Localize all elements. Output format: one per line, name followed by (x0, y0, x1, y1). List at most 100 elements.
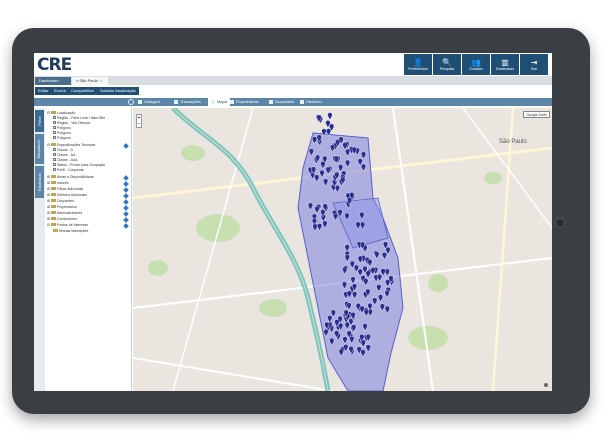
document-tabs: Dashboard ⌕ São Paulo × (34, 76, 552, 85)
add-filter-icon[interactable] (123, 193, 129, 199)
park-area (484, 172, 502, 184)
park-area (148, 260, 168, 276)
map-icon (211, 99, 215, 104)
checkbox[interactable] (53, 148, 56, 151)
user-icon: 👤 (413, 57, 423, 67)
tree-item[interactable]: ⊞ Edifícios Adicionais (47, 193, 87, 198)
add-filter-icon[interactable] (123, 211, 129, 217)
camera-icon (555, 218, 565, 228)
add-filter-icon[interactable] (123, 223, 129, 229)
exit-button[interactable]: ⇥ Sair (520, 54, 548, 75)
folder-icon (50, 199, 56, 202)
globe-icon (128, 99, 134, 105)
folder-icon (50, 223, 56, 226)
owners-icon (230, 99, 234, 104)
request-update-button[interactable]: Solicitar Atualização (97, 87, 139, 95)
folder-icon (50, 211, 56, 214)
contacts-icon: 👥 (471, 57, 481, 67)
folder-icon (50, 205, 56, 208)
map-canvas[interactable] (133, 108, 552, 391)
park-area (196, 214, 240, 242)
tree-item[interactable]: ⊟ Pontos de Interesse (47, 223, 88, 228)
park-area (259, 299, 287, 317)
delete-button[interactable]: Excluir (51, 87, 70, 95)
checkbox[interactable] (53, 163, 56, 166)
checkbox[interactable] (53, 116, 56, 119)
road (462, 108, 552, 229)
app-logo: CRE (37, 55, 72, 75)
tab-transacoes[interactable]: Transações (174, 98, 201, 106)
folder-icon (50, 181, 56, 184)
tab-mapa[interactable]: Mapa (208, 98, 231, 106)
close-icon[interactable]: × (100, 78, 102, 83)
folder-icon (50, 193, 56, 196)
city-label: São Paulo (499, 139, 527, 145)
vtab-marcadores[interactable]: Marcadores (35, 134, 44, 164)
checkbox[interactable] (53, 121, 56, 124)
share-button[interactable]: Compartilhar (68, 87, 97, 95)
google-earth-button[interactable]: Google Earth (523, 111, 550, 118)
map-pin-icon[interactable] (327, 112, 333, 121)
edit-button[interactable]: Editar (35, 87, 52, 95)
occupants-icon (269, 99, 273, 104)
tab-ocupantes[interactable]: Ocupantes (269, 98, 294, 106)
park-area (181, 145, 205, 161)
action-toolbar: Editar Excluir Compartilhar Solicitar At… (34, 87, 552, 96)
tree-item[interactable]: Polígono (53, 136, 71, 141)
tree-item[interactable]: Minhas Marcações (53, 229, 88, 234)
tab-proprietarios[interactable]: Proprietários (230, 98, 259, 106)
checkbox[interactable] (53, 153, 56, 156)
add-filter-icon[interactable] (123, 217, 129, 223)
tab-historico[interactable]: Histórico (300, 98, 322, 106)
search-button[interactable]: 🔍 Pesquisa (433, 54, 461, 75)
list-icon (138, 99, 142, 104)
tree-item[interactable]: ⊞ Filtros Adicionais (47, 187, 83, 192)
checkbox[interactable] (53, 158, 56, 161)
checkbox[interactable] (53, 168, 56, 171)
add-filter-icon[interactable] (123, 205, 129, 211)
tablet-frame: CRE 👤 Preferências 🔍 Pesquisa 👥 Contatos… (12, 28, 590, 414)
map-handle-icon[interactable] (544, 383, 548, 387)
tree-item[interactable]: ⊞ Construtores (47, 217, 77, 222)
checkbox[interactable] (53, 126, 56, 129)
app-screen: CRE 👤 Preferências 🔍 Pesquisa 👥 Contatos… (34, 53, 552, 391)
add-filter-icon[interactable] (123, 143, 129, 149)
sidebar-vertical-tabs: Filtros Marcadores Estatísticas (34, 108, 45, 391)
exit-icon: ⇥ (530, 57, 538, 67)
tab-sao-paulo[interactable]: ⌕ São Paulo × (72, 77, 108, 85)
vtab-filtros[interactable]: Filtros (35, 110, 44, 132)
view-mode-tabs: Listagem Transações Mapa Proprietários O… (34, 98, 552, 106)
top-toolbar: 👤 Preferências 🔍 Pesquisa 👥 Contatos ▥ E… (404, 54, 548, 75)
transactions-icon (174, 99, 178, 104)
add-filter-icon[interactable] (123, 199, 129, 205)
add-filter-icon[interactable] (123, 181, 129, 187)
tab-listagem[interactable]: Listagem (138, 98, 160, 106)
checkbox[interactable] (53, 136, 56, 139)
park-area (428, 274, 448, 292)
tree-item[interactable]: ⊞ Administradores (47, 211, 82, 216)
checkbox[interactable] (53, 131, 56, 134)
tree-item[interactable]: ⊞ Áreas e Disponibilidade (47, 175, 94, 180)
search-icon: 🔍 (442, 57, 452, 67)
road (392, 108, 434, 391)
preferences-button[interactable]: 👤 Preferências (404, 54, 432, 75)
folder-icon (50, 217, 56, 220)
stats-icon: ▥ (501, 57, 509, 67)
road (133, 357, 334, 391)
add-filter-icon[interactable] (123, 187, 129, 193)
folder-icon (50, 143, 56, 146)
contacts-button[interactable]: 👥 Contatos (462, 54, 490, 75)
tab-dashboard[interactable]: Dashboard (35, 77, 71, 85)
add-filter-icon[interactable] (123, 175, 129, 181)
zoom-out-button[interactable]: − (137, 121, 141, 127)
tree-item[interactable]: ⊞ Proprietários (47, 205, 77, 210)
vtab-estatisticas[interactable]: Estatísticas (35, 166, 44, 198)
folder-icon (50, 175, 56, 178)
tree-item[interactable]: ⊞ Ocupantes (47, 199, 74, 204)
folder-icon (53, 229, 58, 232)
map-view[interactable]: + − Google Earth São Paulo (133, 108, 552, 391)
statistics-button[interactable]: ▥ Estatísticas (491, 54, 519, 75)
tree-item[interactable]: Perfil - Corporate (53, 168, 84, 173)
folder-icon (50, 111, 56, 114)
tree-item[interactable]: ⊞ Valores (47, 181, 69, 186)
